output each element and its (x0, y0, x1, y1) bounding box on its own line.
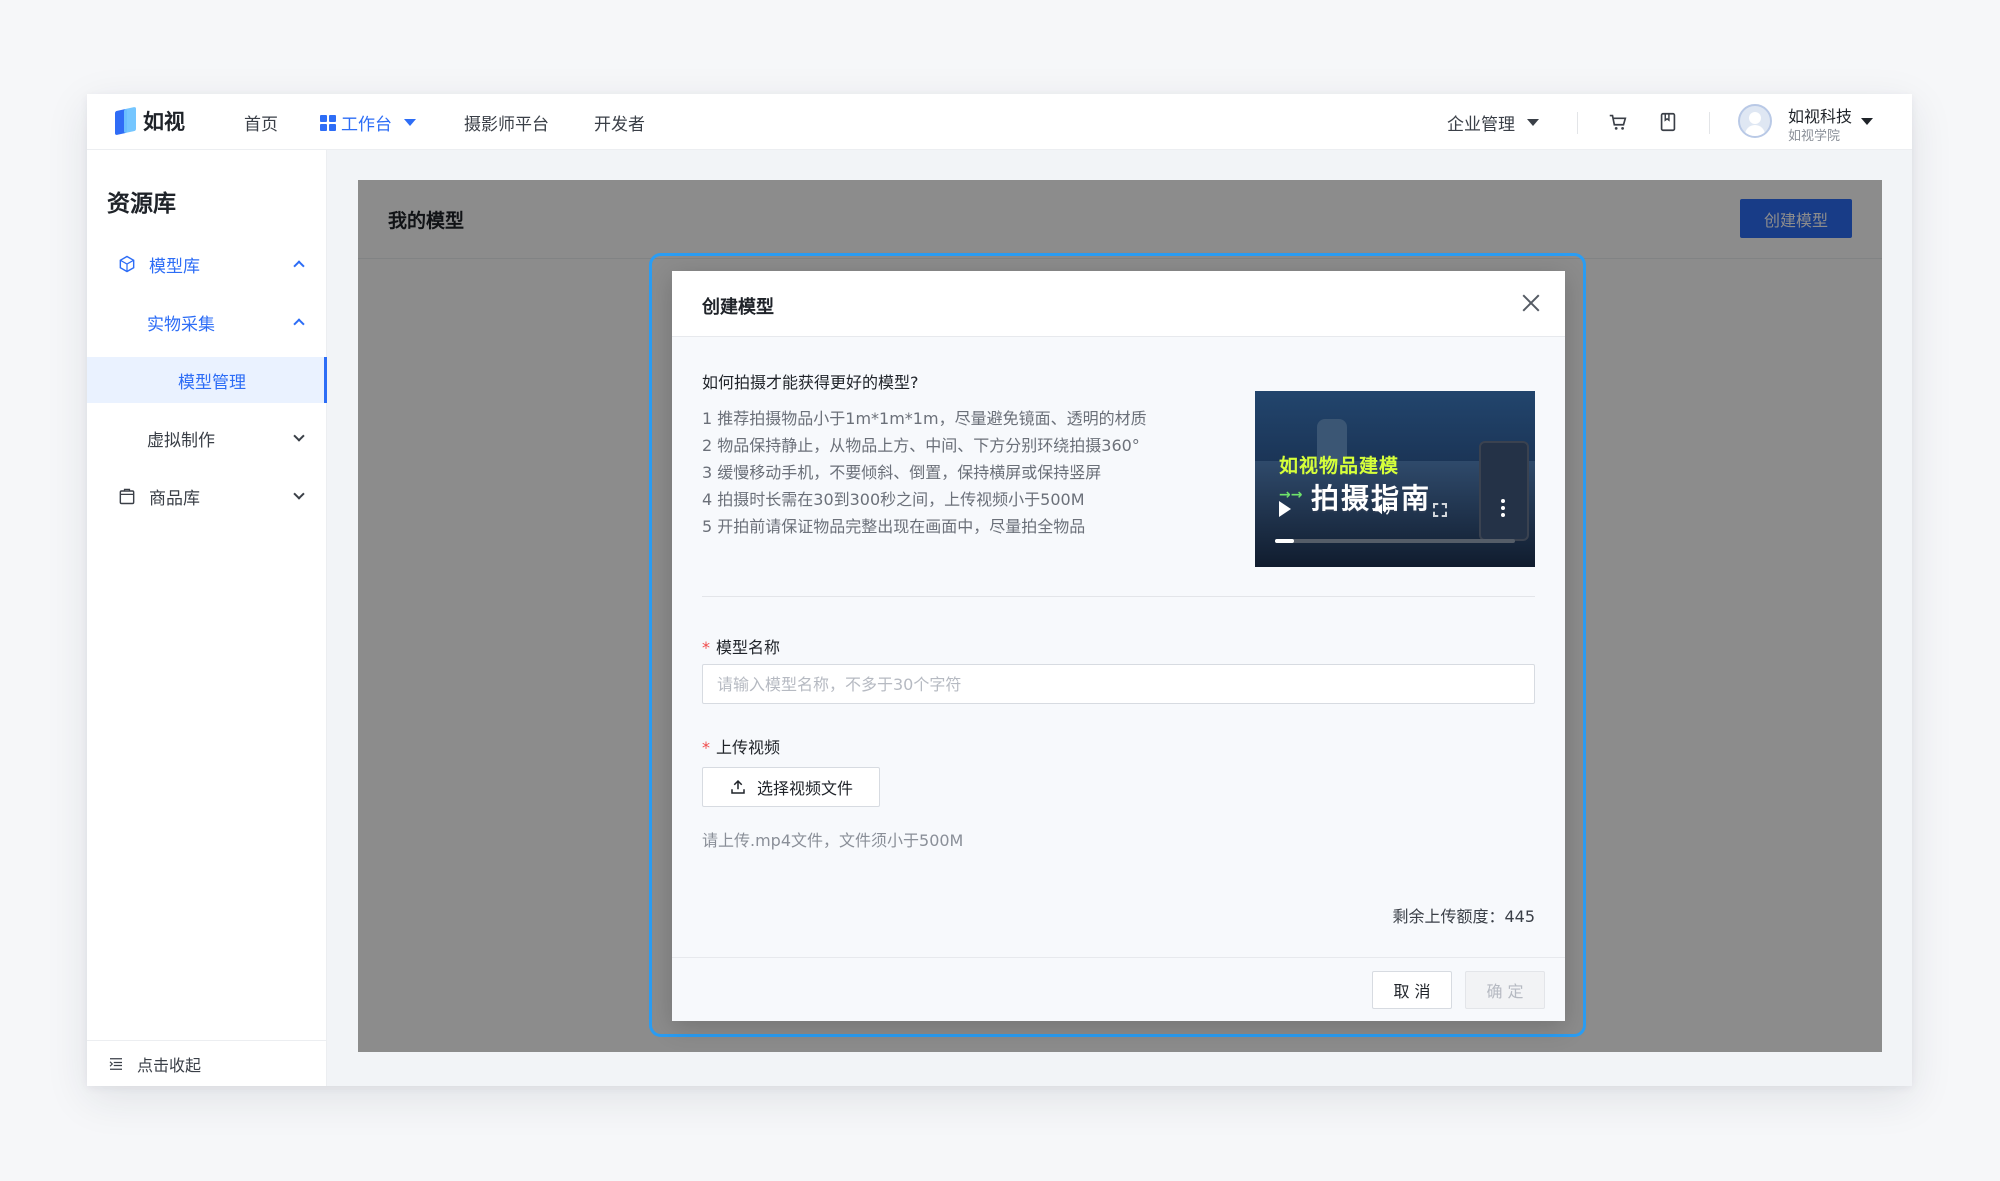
tip-line: 2 物品保持静止，从物品上方、中间、下方分别环绕拍摄360° (702, 436, 1140, 455)
dialog-title: 创建模型 (702, 297, 774, 318)
select-video-file-label: 选择视频文件 (756, 779, 853, 798)
logo[interactable]: 如视 (115, 106, 185, 136)
sidebar-item-label: 虚拟制作 (147, 430, 215, 451)
video-title-line2: 拍摄指南 (1311, 482, 1432, 515)
model-name-label-text: 模型名称 (716, 638, 781, 657)
tips-question: 如何拍摄才能获得更好的模型? (702, 373, 919, 392)
sidebar-item-label: 模型库 (149, 256, 200, 277)
sidebar-item-label: 实物采集 (147, 314, 215, 335)
sidebar-collapse-label: 点击收起 (137, 1055, 202, 1075)
fullscreen-icon[interactable] (1433, 503, 1447, 517)
upload-icon (731, 779, 745, 794)
create-model-dialog: 创建模型 如何拍摄才能获得更好的模型? 1 推荐拍摄物品小于1m*1m*1m，尽… (672, 271, 1565, 1021)
nav-enterprise-label: 企业管理 (1447, 115, 1515, 135)
video-scene (1479, 441, 1529, 541)
nav-workbench[interactable]: 工作台 (320, 110, 416, 135)
video-progress-bar[interactable] (1275, 539, 1515, 543)
upload-video-label: * 上传视频 (702, 734, 780, 758)
sidebar-item-label: 商品库 (149, 488, 200, 509)
video-progress-fill (1275, 539, 1295, 543)
collapse-menu-icon (109, 1057, 122, 1070)
divider (1709, 112, 1710, 134)
chevron-up-icon (293, 260, 305, 272)
volume-icon[interactable] (1373, 500, 1391, 518)
bag-icon (119, 488, 135, 505)
tip-line: 4 拍摄时长需在30到300秒之间，上传视频小于500M (702, 490, 1085, 509)
more-options-icon[interactable] (1501, 499, 1505, 519)
chevron-down-icon (293, 488, 305, 500)
select-video-file-button[interactable]: 选择视频文件 (702, 767, 880, 807)
required-mark: * (702, 738, 710, 757)
sidebar-item-physical-capture[interactable]: 实物采集 (87, 299, 327, 345)
tip-line: 5 开拍前请保证物品完整出现在画面中，尽量拍全物品 (702, 517, 1086, 536)
caret-down-icon (1527, 119, 1539, 126)
upload-quota: 剩余上传额度：445 (1392, 907, 1535, 926)
required-mark: * (702, 638, 710, 657)
model-name-label: * 模型名称 (702, 634, 780, 658)
sidebar: 资源库 模型库 实物采集 模型管理 虚拟制作 商品库 点击收起 (87, 150, 327, 1086)
tip-line: 1 推荐拍摄物品小于1m*1m*1m，尽量避免镜面、透明的材质 (702, 409, 1147, 428)
logo-icon (115, 106, 137, 136)
cancel-button[interactable]: 取 消 (1372, 971, 1452, 1009)
sidebar-item-model-management[interactable]: 模型管理 (87, 357, 327, 403)
close-icon[interactable] (1519, 291, 1543, 315)
top-nav: 如视 首页 工作台 摄影师平台 开发者 企业管理 如视科技 如视学院 (87, 94, 1912, 150)
model-name-input[interactable] (702, 664, 1535, 704)
dialog-footer: 取 消 确 定 (672, 957, 1565, 1021)
user-subtitle: 如视学院 (1788, 129, 1841, 144)
sidebar-item-virtual-production[interactable]: 虚拟制作 (87, 415, 327, 461)
document-icon[interactable] (1657, 111, 1679, 133)
tip-line: 3 缓慢移动手机，不要倾斜、倒置，保持横屏或保持竖屏 (702, 463, 1102, 482)
sidebar-collapse[interactable]: 点击收起 (87, 1040, 327, 1086)
caret-down-icon (404, 119, 416, 126)
grid-icon (320, 114, 336, 131)
avatar[interactable] (1738, 104, 1772, 138)
guide-video-player[interactable]: 如视物品建模 →→ 拍摄指南 (1255, 391, 1535, 567)
chevron-up-icon (293, 318, 305, 330)
nav-home[interactable]: 首页 (244, 110, 278, 135)
sidebar-item-model-library[interactable]: 模型库 (87, 241, 327, 287)
section-divider (702, 596, 1535, 597)
logo-text: 如视 (143, 110, 185, 134)
cube-icon (119, 255, 135, 273)
user-name[interactable]: 如视科技 (1788, 103, 1852, 127)
chevron-down-icon (293, 430, 305, 442)
play-icon[interactable] (1279, 501, 1291, 517)
cart-icon[interactable] (1607, 111, 1629, 133)
user-menu-caret-icon[interactable] (1861, 118, 1873, 125)
nav-photographer[interactable]: 摄影师平台 (464, 110, 549, 135)
sidebar-item-label: 模型管理 (178, 372, 246, 393)
dialog-header: 创建模型 (672, 271, 1565, 337)
nav-workbench-label: 工作台 (341, 115, 392, 135)
divider (1577, 112, 1578, 134)
sidebar-title: 资源库 (107, 191, 176, 217)
upload-video-label-text: 上传视频 (716, 738, 781, 757)
nav-enterprise[interactable]: 企业管理 (1447, 110, 1539, 135)
nav-developer[interactable]: 开发者 (594, 110, 645, 135)
sidebar-item-product-library[interactable]: 商品库 (87, 473, 327, 519)
upload-hint: 请上传.mp4文件，文件须小于500M (702, 831, 964, 850)
video-title-line1: 如视物品建模 (1279, 455, 1400, 477)
confirm-button[interactable]: 确 定 (1465, 971, 1545, 1009)
